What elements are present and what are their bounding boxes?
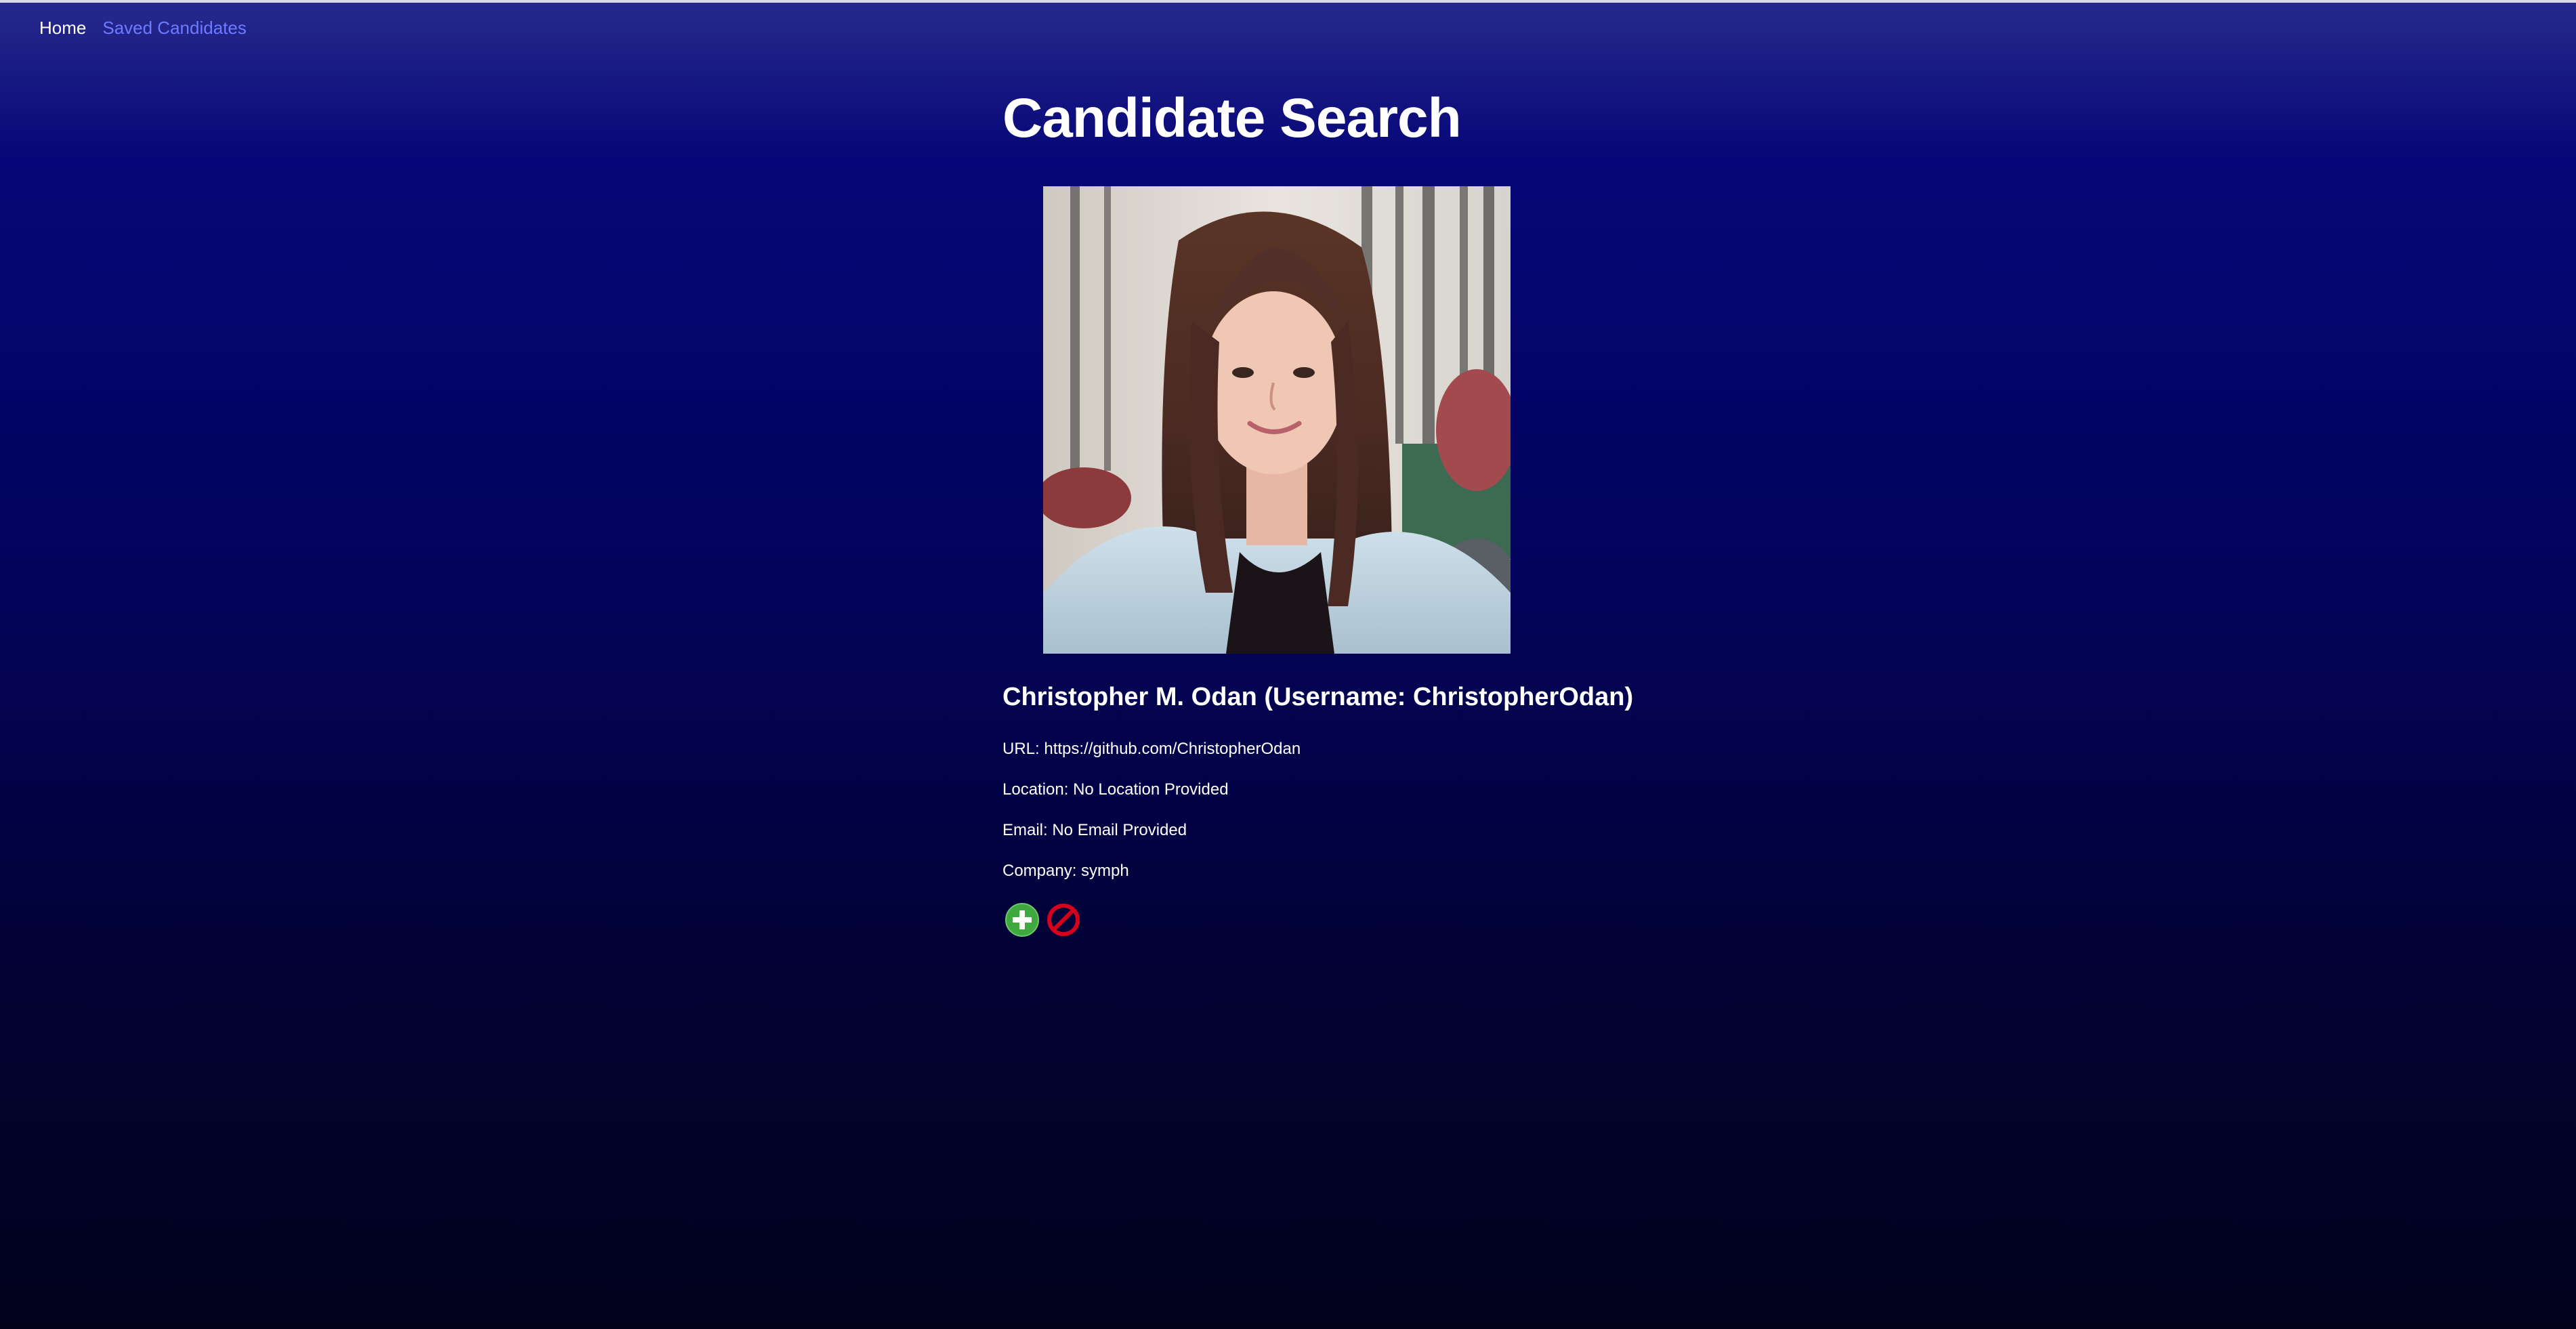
- candidate-company: Company: symph: [1002, 862, 1129, 880]
- reject-candidate-button[interactable]: [1046, 902, 1081, 937]
- page-title: Candidate Search: [1002, 87, 1462, 149]
- add-candidate-button[interactable]: [1005, 902, 1040, 937]
- candidate-location: Location: No Location Provided: [1002, 780, 1229, 799]
- plus-circle-icon: [1005, 903, 1039, 937]
- candidate-name-heading: Christopher M. Odan (Username: Christoph…: [1002, 683, 1634, 711]
- candidate-email: Email: No Email Provided: [1002, 821, 1187, 839]
- no-entry-icon: [1047, 904, 1080, 936]
- nav-link-saved-candidates[interactable]: Saved Candidates: [102, 18, 246, 39]
- top-navigation: Home Saved Candidates: [39, 18, 247, 39]
- candidate-avatar: [1043, 186, 1511, 654]
- nav-link-home[interactable]: Home: [39, 18, 86, 39]
- candidate-url: URL: https://github.com/ChristopherOdan: [1002, 740, 1301, 758]
- top-border: [0, 0, 2576, 3]
